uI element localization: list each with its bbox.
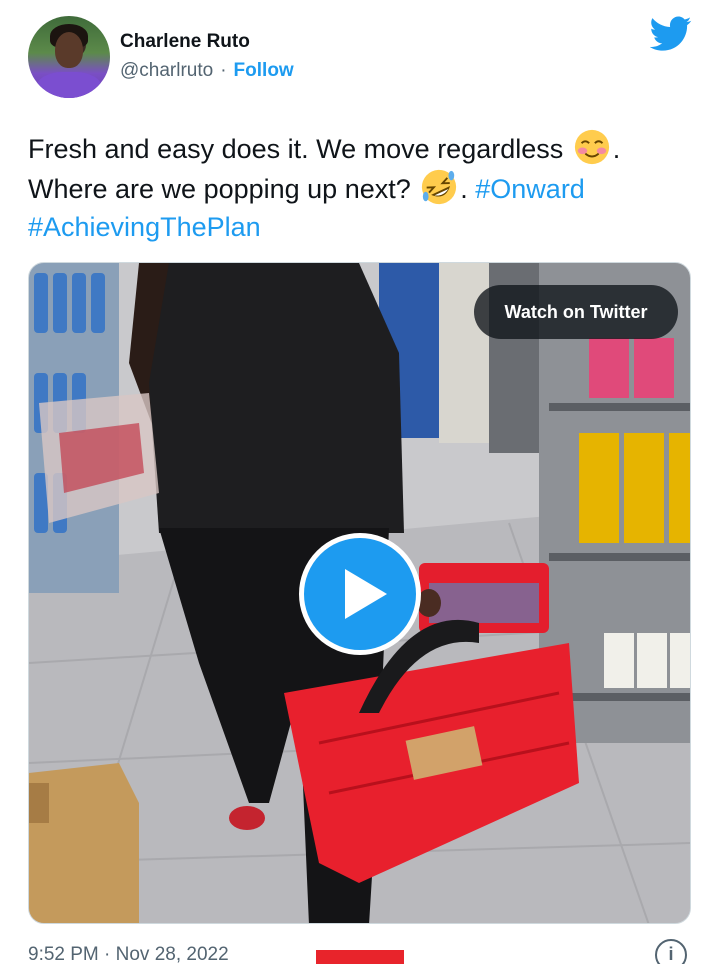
video-player[interactable]: Watch on Twitter xyxy=(28,262,691,924)
smiling-blush-emoji xyxy=(574,129,609,165)
red-bar xyxy=(316,950,404,964)
rolling-laughing-emoji xyxy=(422,169,457,205)
play-button[interactable] xyxy=(299,533,421,655)
watch-on-twitter-button[interactable]: Watch on Twitter xyxy=(474,285,678,339)
tweet-line2-after: . xyxy=(460,174,476,204)
tweet-timestamp[interactable]: 9:52 PM · Nov 28, 2022 xyxy=(28,944,229,964)
tweet-text: Fresh and easy does it. We move regardle… xyxy=(28,128,698,246)
tweet-card: Charlene Ruto @charlruto · Follow Fresh an… xyxy=(0,0,720,964)
tweet-line1-end: . xyxy=(612,134,621,164)
hashtag-achieving-the-plan[interactable]: #AchievingThePlan xyxy=(28,212,261,242)
follow-button[interactable]: Follow xyxy=(234,60,294,81)
user-handle[interactable]: @charlruto xyxy=(120,60,213,81)
tweet-line1: Fresh and easy does it. We move regardle… xyxy=(28,134,571,164)
handle-row: @charlruto · Follow xyxy=(120,60,294,82)
play-icon xyxy=(345,569,387,619)
hashtag-onward[interactable]: #Onward xyxy=(475,174,585,204)
info-icon[interactable]: i xyxy=(655,939,687,964)
user-name[interactable]: Charlene Ruto xyxy=(120,31,250,53)
twitter-bird-icon[interactable] xyxy=(650,16,692,52)
separator-dot: · xyxy=(220,60,227,81)
avatar[interactable] xyxy=(28,16,110,98)
tweet-line2: Where are we popping up next? xyxy=(28,174,419,204)
